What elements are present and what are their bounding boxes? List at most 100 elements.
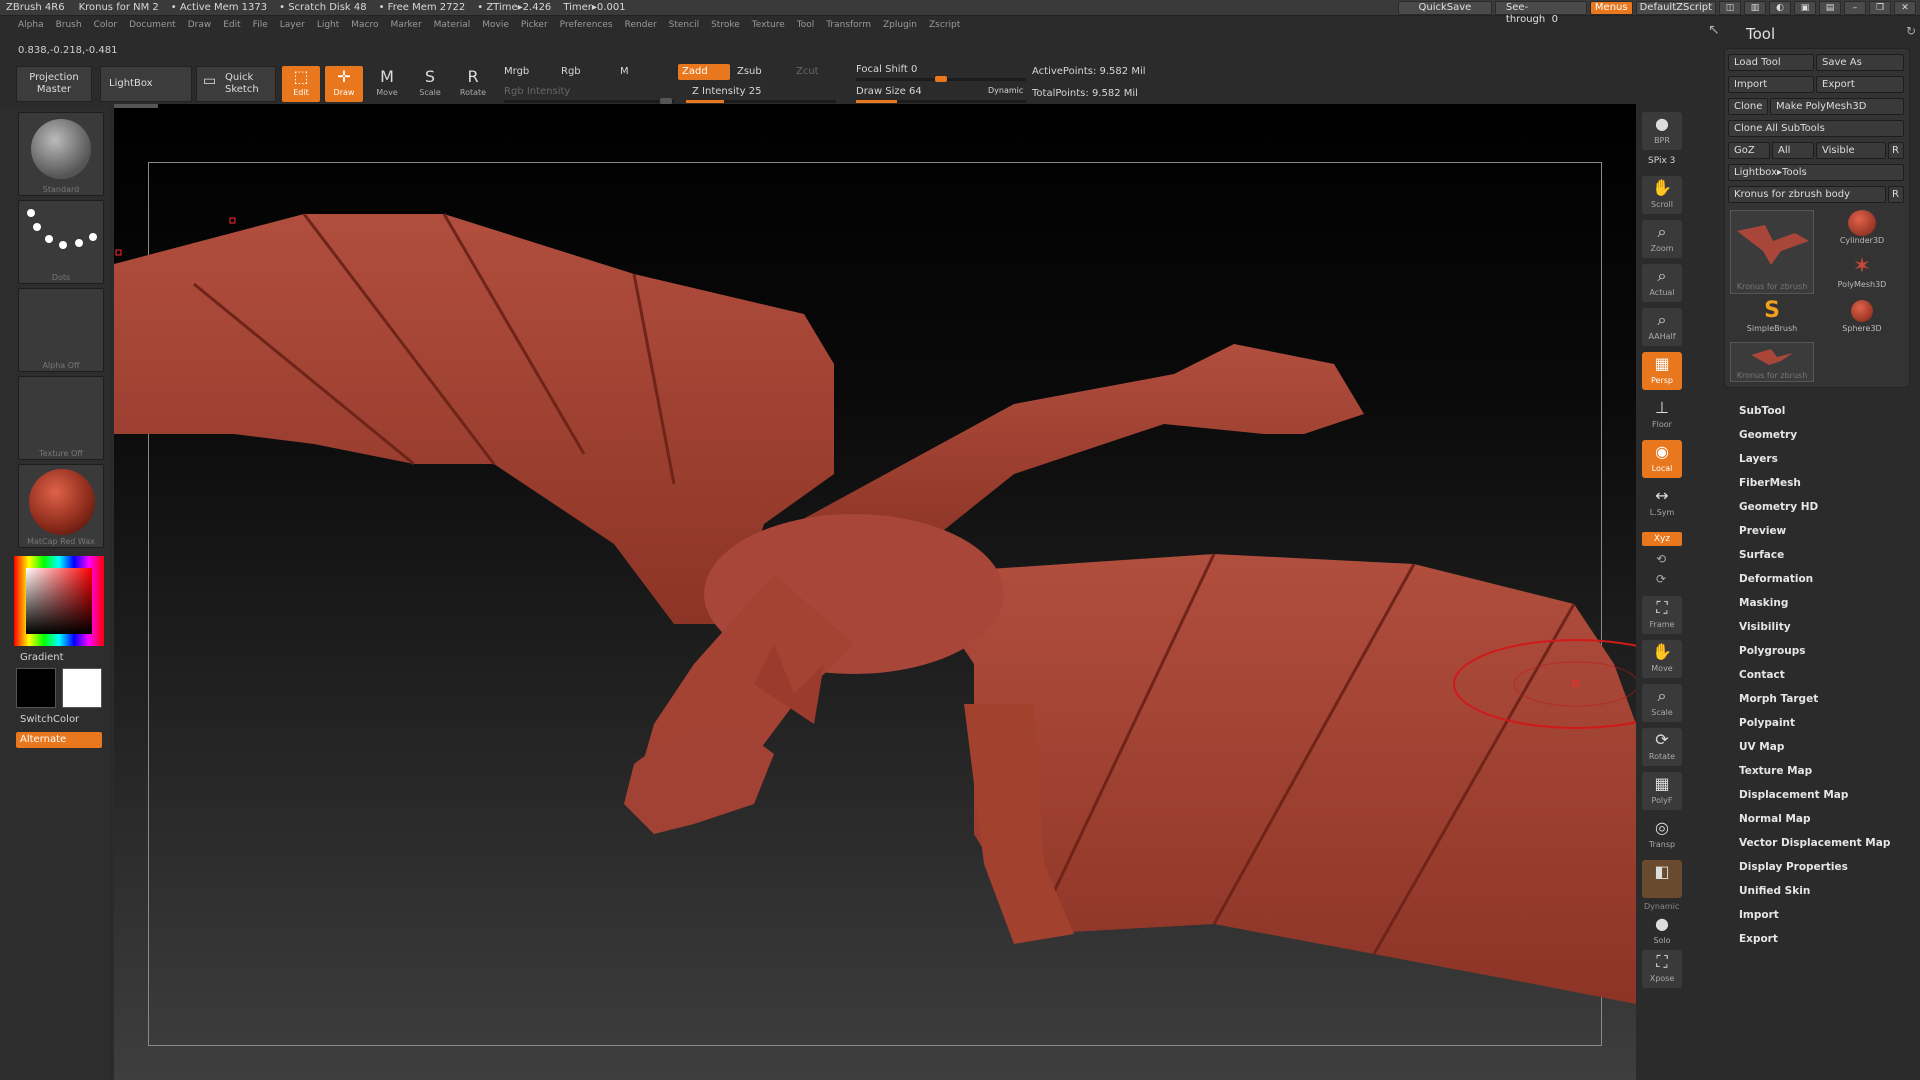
polyf-button[interactable]: ▦ PolyF — [1642, 772, 1682, 810]
move-button[interactable]: M Move — [368, 66, 406, 102]
dynamic-toggle[interactable]: Dynamic — [988, 86, 1023, 95]
tool-section-polypaint[interactable]: Polypaint — [1739, 717, 1795, 729]
rotate-z-icon[interactable]: ⟳ — [1656, 572, 1666, 586]
xpose-button[interactable]: ⛶ Xpose — [1642, 950, 1682, 988]
color-icon[interactable]: ◐ — [1769, 1, 1791, 15]
export-button[interactable]: Export — [1816, 76, 1904, 93]
lightbox-button[interactable]: LightBox — [100, 66, 192, 102]
current-tool-slider[interactable]: Kronus for zbrush body — [1728, 186, 1886, 203]
rgb-intensity-slider[interactable]: Rgb Intensity — [504, 86, 570, 97]
tool-section-contact[interactable]: Contact — [1739, 669, 1785, 681]
tool-section-surface[interactable]: Surface — [1739, 549, 1784, 561]
tool-section-polygroups[interactable]: Polygroups — [1739, 645, 1806, 657]
tool-section-unified-skin[interactable]: Unified Skin — [1739, 885, 1810, 897]
layout-alt-icon[interactable]: ▥ — [1744, 1, 1766, 15]
lightbox-tools-button[interactable]: Lightbox▸Tools — [1728, 164, 1904, 181]
draw-size-track[interactable] — [856, 100, 1026, 103]
menu-picker[interactable]: Picker — [515, 20, 554, 30]
bpr-button[interactable]: ● BPR — [1642, 112, 1682, 150]
make-polymesh-button[interactable]: Make PolyMesh3D — [1770, 98, 1904, 115]
switchcolor-button[interactable]: SwitchColor — [20, 714, 79, 725]
menu-file[interactable]: File — [247, 20, 274, 30]
tool-section-import[interactable]: Import — [1739, 909, 1779, 921]
layout-icon[interactable]: ◫ — [1719, 1, 1741, 15]
focal-shift-slider[interactable]: Focal Shift 0 — [856, 64, 917, 75]
brush-selector[interactable]: Standard — [18, 112, 104, 196]
local-button[interactable]: ◉ Local — [1642, 440, 1682, 478]
document-canvas[interactable] — [114, 104, 1636, 1080]
quicksave-button[interactable]: QuickSave — [1397, 1, 1492, 15]
menu-document[interactable]: Document — [123, 20, 182, 30]
tool-thumb-sphere[interactable]: Sphere3D — [1820, 298, 1904, 338]
move-view-button[interactable]: ✋ Move — [1642, 640, 1682, 678]
window-icon[interactable]: ▣ — [1794, 1, 1816, 15]
floor-button[interactable]: ⊥ Floor — [1642, 396, 1682, 434]
alpha-selector[interactable]: Alpha Off — [18, 288, 104, 372]
tool-section-subtool[interactable]: SubTool — [1739, 405, 1785, 417]
persp-button[interactable]: ▦ Persp — [1642, 352, 1682, 390]
tool-section-preview[interactable]: Preview — [1739, 525, 1786, 537]
lock-icon[interactable]: ▤ — [1819, 1, 1841, 15]
color-picker[interactable] — [14, 556, 104, 646]
minimize-icon[interactable]: – — [1844, 1, 1866, 15]
dragon-model[interactable] — [114, 104, 1636, 1080]
tool-section-uv-map[interactable]: UV Map — [1739, 741, 1784, 753]
tool-thumb-kronus[interactable]: Kronus for zbrush — [1730, 210, 1814, 294]
tool-section-morph-target[interactable]: Morph Target — [1739, 693, 1818, 705]
xyz-button[interactable]: Xyz — [1642, 532, 1682, 546]
primary-color-swatch[interactable] — [16, 668, 56, 708]
tool-section-deformation[interactable]: Deformation — [1739, 573, 1813, 585]
material-selector[interactable]: MatCap Red Wax — [18, 464, 104, 548]
z-intensity-track[interactable] — [686, 100, 836, 103]
alternate-button[interactable]: Alternate — [16, 732, 102, 748]
texture-selector[interactable]: Texture Off — [18, 376, 104, 460]
color-picker-square[interactable] — [26, 568, 92, 634]
close-icon[interactable]: ✕ — [1894, 1, 1916, 15]
focal-shift-knob[interactable] — [935, 76, 947, 82]
menu-render[interactable]: Render — [619, 20, 663, 30]
z-intensity-slider[interactable]: Z Intensity 25 — [692, 86, 761, 97]
see-through-slider[interactable]: See-through 0 — [1494, 1, 1587, 25]
clone-button[interactable]: Clone — [1728, 98, 1768, 115]
menu-texture[interactable]: Texture — [746, 20, 791, 30]
menu-zplugin[interactable]: Zplugin — [877, 20, 923, 30]
ghost-button[interactable]: ◧ — [1642, 860, 1682, 898]
restore-icon[interactable]: ❐ — [1869, 1, 1891, 15]
default-zscript-button[interactable]: DefaultZScript — [1635, 1, 1716, 15]
zsub-button[interactable]: Zsub — [737, 66, 762, 77]
frame-button[interactable]: ⛶ Frame — [1642, 596, 1682, 634]
rotate-y-icon[interactable]: ⟲ — [1656, 552, 1666, 566]
tool-thumb-cylinder[interactable]: Cylinder3D — [1820, 210, 1904, 250]
secondary-color-swatch[interactable] — [62, 668, 102, 708]
menu-light[interactable]: Light — [311, 20, 345, 30]
menu-tool[interactable]: Tool — [791, 20, 820, 30]
tool-section-normal-map[interactable]: Normal Map — [1739, 813, 1811, 825]
zcut-button[interactable]: Zcut — [796, 66, 819, 77]
rotate-view-button[interactable]: ⟳ Rotate — [1642, 728, 1682, 766]
gradient-label[interactable]: Gradient — [20, 652, 64, 663]
menu-preferences[interactable]: Preferences — [554, 20, 619, 30]
menu-macro[interactable]: Macro — [345, 20, 384, 30]
quick-sketch-button[interactable]: ▭ Quick Sketch — [196, 66, 276, 102]
menu-material[interactable]: Material — [428, 20, 477, 30]
menu-edit[interactable]: Edit — [217, 20, 246, 30]
menu-transform[interactable]: Transform — [820, 20, 877, 30]
menu-layer[interactable]: Layer — [274, 20, 311, 30]
tool-section-displacement-map[interactable]: Displacement Map — [1739, 789, 1848, 801]
tool-thumb-kronus-2[interactable]: Kronus for zbrush — [1730, 342, 1814, 382]
menu-zscript[interactable]: Zscript — [923, 20, 966, 30]
menus-button[interactable]: Menus — [1589, 1, 1633, 15]
tool-section-visibility[interactable]: Visibility — [1739, 621, 1791, 633]
menu-stroke[interactable]: Stroke — [705, 20, 746, 30]
tool-section-export[interactable]: Export — [1739, 933, 1778, 945]
transp-button[interactable]: ◎ Transp — [1642, 816, 1682, 854]
menu-alpha[interactable]: Alpha — [12, 20, 50, 30]
aahalf-button[interactable]: ⌕ AAHalf — [1642, 308, 1682, 346]
goz-all-button[interactable]: All — [1772, 142, 1814, 159]
menu-draw[interactable]: Draw — [182, 20, 218, 30]
import-button[interactable]: Import — [1728, 76, 1814, 93]
palette-refresh-icon[interactable]: ↻ — [1906, 24, 1916, 38]
scroll-button[interactable]: ✋ Scroll — [1642, 176, 1682, 214]
focal-shift-track[interactable] — [856, 76, 1026, 82]
tool-section-display-properties[interactable]: Display Properties — [1739, 861, 1848, 873]
